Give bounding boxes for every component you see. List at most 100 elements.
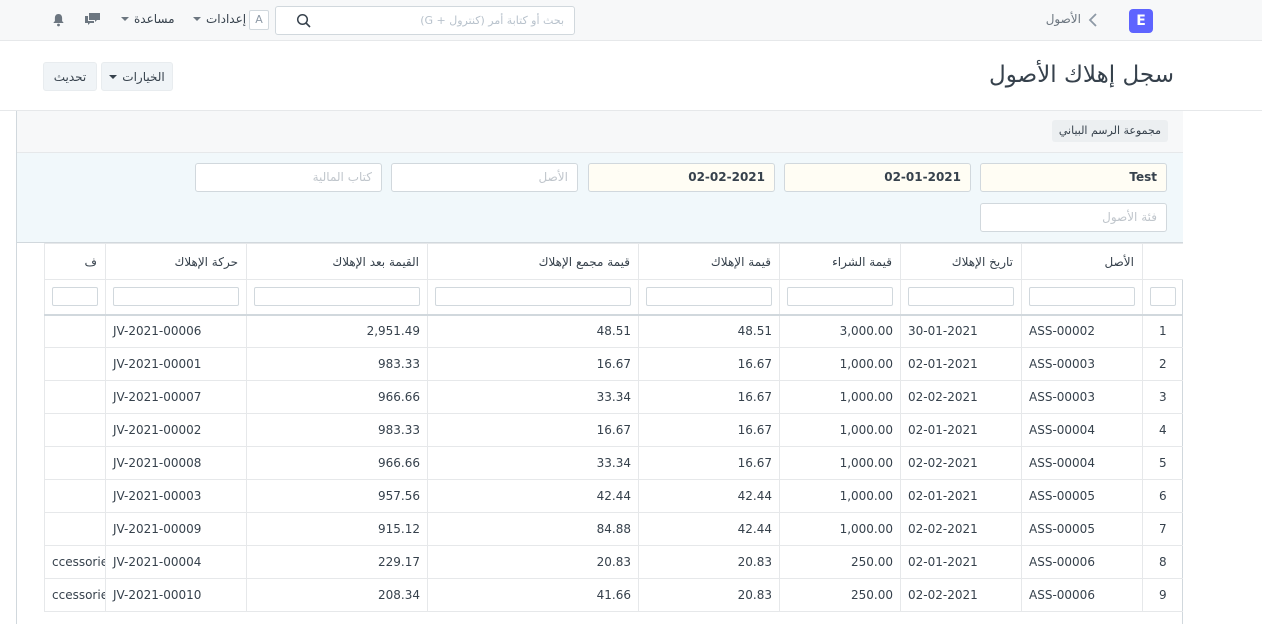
cell-asset[interactable]: ASS-00005 [1021,479,1143,513]
cell-accumulated[interactable]: 20.83 [427,545,639,579]
cell-journal-entry[interactable]: JV-2021-00007 [105,380,247,414]
cell-depreciation[interactable]: 42.44 [638,479,780,513]
cell-depreciation[interactable]: 42.44 [638,512,780,546]
cell-value-after[interactable]: 966.66 [246,380,428,414]
cell-purchase[interactable]: 1,000.00 [779,413,901,447]
cell-journal-entry[interactable]: JV-2021-00003 [105,479,247,513]
cell-accumulated[interactable]: 41.66 [427,578,639,612]
column-header-depreciation[interactable]: قيمة الإهلاك [638,243,780,280]
cell-journal-entry[interactable]: JV-2021-00004 [105,545,247,579]
cell-purchase[interactable]: 1,000.00 [779,380,901,414]
cell-date[interactable]: 30-01-2021 [900,314,1022,348]
cell-date[interactable]: 02-01-2021 [900,545,1022,579]
cell-asset[interactable]: ASS-00006 [1021,578,1143,612]
cell-asset[interactable]: ASS-00003 [1021,347,1143,381]
cell-depreciation[interactable]: 48.51 [638,314,780,348]
cell-asset[interactable]: ASS-00003 [1021,380,1143,414]
cell-value-after[interactable]: 915.12 [246,512,428,546]
table-row[interactable]: JV-2021-00008 966.66 33.34 16.67 1,000.0… [44,446,1183,480]
column-header-asset[interactable]: الأصل [1021,243,1143,280]
column-header-purchase[interactable]: قيمة الشراء [779,243,901,280]
cell-journal-entry[interactable]: JV-2021-00008 [105,446,247,480]
cell-depreciation[interactable]: 16.67 [638,413,780,447]
options-button[interactable]: الخيارات [101,62,173,91]
cell-purchase[interactable]: 250.00 [779,545,901,579]
bell-icon[interactable] [52,13,65,27]
cell-accumulated[interactable]: 33.34 [427,380,639,414]
column-header-journal-entry[interactable]: حركة الإهلاك [105,243,247,280]
cell-accumulated[interactable]: 16.67 [427,347,639,381]
cell-accumulated[interactable]: 16.67 [427,413,639,447]
cell-accumulated[interactable]: 42.44 [427,479,639,513]
column-filter-input[interactable] [787,287,893,307]
app-logo[interactable]: E [1129,9,1153,33]
cell-value-after[interactable]: 983.33 [246,347,428,381]
cell-accumulated[interactable]: 33.34 [427,446,639,480]
table-row[interactable]: ccessories JV-2021-00010 208.34 41.66 20… [44,578,1183,612]
cell-category[interactable]: ccessories [44,545,106,579]
cell-depreciation[interactable]: 16.67 [638,446,780,480]
cell-accumulated[interactable]: 84.88 [427,512,639,546]
cell-journal-entry[interactable]: JV-2021-00009 [105,512,247,546]
refresh-button[interactable]: تحديث [43,62,97,91]
settings-dropdown[interactable]: إعدادات [193,12,246,26]
cell-category[interactable] [44,314,106,348]
cell-purchase[interactable]: 3,000.00 [779,314,901,348]
cell-category[interactable] [44,413,106,447]
cell-purchase[interactable]: 250.00 [779,578,901,612]
to-date-filter[interactable]: 02-02-2021 [588,163,775,192]
cell-category[interactable] [44,380,106,414]
table-row[interactable]: JV-2021-00003 957.56 42.44 42.44 1,000.0… [44,479,1183,513]
table-row[interactable]: ccessories JV-2021-00004 229.17 20.83 20… [44,545,1183,579]
avatar[interactable]: A [249,10,269,30]
column-filter-input[interactable] [908,287,1014,307]
column-filter-input[interactable] [1029,287,1135,307]
column-header-date[interactable]: تاريخ الإهلاك [900,243,1022,280]
company-filter[interactable]: Test [980,163,1167,192]
cell-date[interactable]: 02-02-2021 [900,578,1022,612]
column-header-category[interactable]: ف [44,243,106,280]
cell-depreciation[interactable]: 16.67 [638,347,780,381]
cell-value-after[interactable]: 2,951.49 [246,314,428,348]
column-header-value-after[interactable]: القيمة بعد الإهلاك [246,243,428,280]
cell-date[interactable]: 02-01-2021 [900,347,1022,381]
cell-asset[interactable]: ASS-00005 [1021,512,1143,546]
cell-journal-entry[interactable]: JV-2021-00001 [105,347,247,381]
help-dropdown[interactable]: مساعدة [121,12,175,26]
cell-purchase[interactable]: 1,000.00 [779,512,901,546]
column-filter-input[interactable] [435,287,631,307]
cell-depreciation[interactable]: 20.83 [638,545,780,579]
cell-category[interactable] [44,347,106,381]
cell-category[interactable] [44,512,106,546]
breadcrumb[interactable]: الأصول [1035,12,1081,26]
cell-depreciation[interactable]: 16.67 [638,380,780,414]
cell-depreciation[interactable]: 20.83 [638,578,780,612]
column-filter-input[interactable] [646,287,772,307]
column-filter-input[interactable] [254,287,420,307]
cell-purchase[interactable]: 1,000.00 [779,446,901,480]
cell-date[interactable]: 02-02-2021 [900,380,1022,414]
cell-asset[interactable]: ASS-00002 [1021,314,1143,348]
cell-accumulated[interactable]: 48.51 [427,314,639,348]
cell-purchase[interactable]: 1,000.00 [779,479,901,513]
asset-filter[interactable]: الأصل [391,163,578,192]
search-input[interactable]: بحث أو كتابة أمر (كنترول + G) [275,6,575,35]
table-row[interactable]: JV-2021-00006 2,951.49 48.51 48.51 3,000… [44,314,1183,348]
cell-value-after[interactable]: 966.66 [246,446,428,480]
asset-category-filter[interactable]: فئة الأصول [980,203,1167,232]
cell-value-after[interactable]: 229.17 [246,545,428,579]
cell-asset[interactable]: ASS-00004 [1021,446,1143,480]
cell-asset[interactable]: ASS-00004 [1021,413,1143,447]
cell-value-after[interactable]: 208.34 [246,578,428,612]
cell-date[interactable]: 02-01-2021 [900,413,1022,447]
cell-value-after[interactable]: 957.56 [246,479,428,513]
table-row[interactable]: JV-2021-00002 983.33 16.67 16.67 1,000.0… [44,413,1183,447]
column-filter-input[interactable] [113,287,239,307]
cell-date[interactable]: 02-02-2021 [900,512,1022,546]
finance-book-filter[interactable]: كتاب المالية [195,163,382,192]
cell-category[interactable] [44,479,106,513]
table-row[interactable]: JV-2021-00001 983.33 16.67 16.67 1,000.0… [44,347,1183,381]
cell-category[interactable]: ccessories [44,578,106,612]
from-date-filter[interactable]: 02-01-2021 [784,163,971,192]
chart-group-button[interactable]: مجموعة الرسم البياني [1051,120,1168,142]
